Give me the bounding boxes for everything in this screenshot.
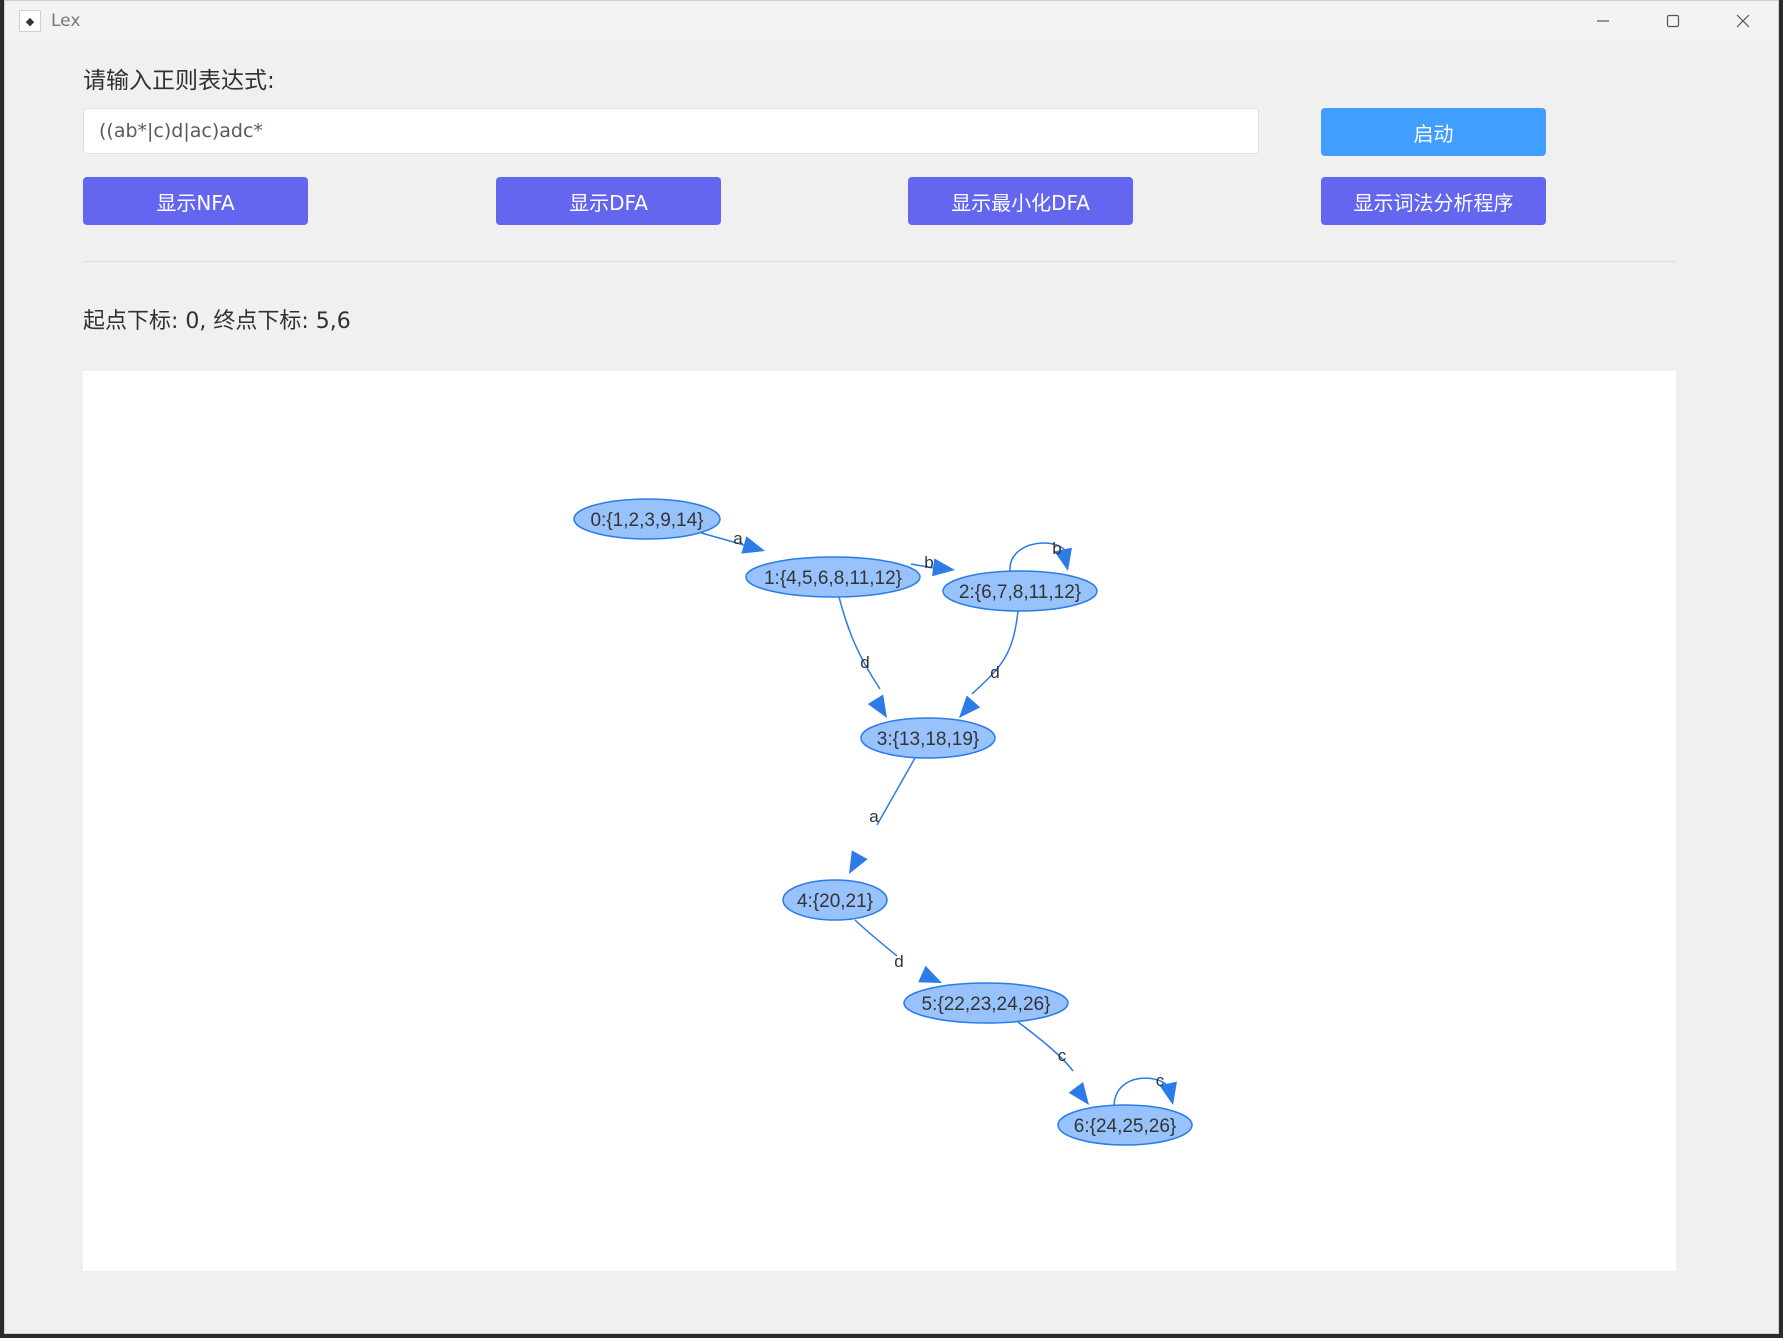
edge-label-0-1: a bbox=[733, 529, 743, 548]
edge-label-5-6: c bbox=[1058, 1046, 1067, 1065]
edge-arrowhead-2-3 bbox=[959, 695, 981, 718]
edge-arrowhead-5-6 bbox=[1068, 1081, 1089, 1105]
edge-4-5 bbox=[854, 919, 898, 957]
dfa-state-node[interactable]: 3:{13,18,19} bbox=[860, 717, 996, 759]
window-title: Lex bbox=[51, 11, 81, 31]
show-nfa-button[interactable]: 显示NFA bbox=[83, 177, 308, 225]
maximize-icon[interactable] bbox=[1638, 1, 1708, 41]
dfa-state-node[interactable]: 5:{22,23,24,26} bbox=[903, 982, 1069, 1024]
dfa-state-node[interactable]: 1:{4,5,6,8,11,12} bbox=[745, 556, 921, 598]
dfa-state-label: 2:{6,7,8,11,12} bbox=[959, 582, 1081, 603]
edge-label-2-2: b bbox=[1052, 539, 1061, 558]
dfa-state-label: 6:{24,25,26} bbox=[1074, 1116, 1177, 1137]
edge-label-1-3: d bbox=[860, 653, 869, 672]
show-lexer-button[interactable]: 显示词法分析程序 bbox=[1321, 177, 1546, 225]
dfa-state-node[interactable]: 2:{6,7,8,11,12} bbox=[942, 570, 1098, 612]
dfa-state-label: 5:{22,23,24,26} bbox=[922, 994, 1051, 1015]
dfa-state-label: 3:{13,18,19} bbox=[877, 729, 980, 750]
edge-arrowhead-0-1 bbox=[741, 536, 765, 554]
divider bbox=[83, 261, 1676, 262]
title-bar: ◆ Lex bbox=[5, 1, 1778, 41]
edge-1-3 bbox=[838, 596, 881, 690]
edge-label-1-2: b bbox=[924, 553, 933, 572]
edge-label-3-4: a bbox=[869, 807, 879, 826]
dfa-graph-panel[interactable]: a b b d d a d c c 0:{1,2,3,9,14} 1:{4,5,6,8,11,12}… bbox=[83, 371, 1676, 1271]
start-end-status: 起点下标: 0, 终点下标: 5,6 bbox=[83, 309, 351, 334]
regex-prompt-label: 请输入正则表达式: bbox=[83, 68, 275, 94]
dfa-state-label: 1:{4,5,6,8,11,12} bbox=[764, 568, 902, 589]
dfa-state-label: 0:{1,2,3,9,14} bbox=[590, 510, 703, 531]
app-window: ◆ Lex 请输入正则表达式: 启动 显示NFA 显示DFA 显示最小化DFA … bbox=[4, 0, 1779, 1334]
edge-0-1 bbox=[697, 531, 752, 548]
app-icon: ◆ bbox=[19, 10, 41, 32]
edge-3-4 bbox=[876, 757, 916, 826]
edge-label-6-6: c bbox=[1156, 1071, 1165, 1090]
minimize-icon[interactable] bbox=[1568, 1, 1638, 41]
dfa-state-node[interactable]: 4:{20,21} bbox=[782, 879, 888, 921]
show-min-dfa-button[interactable]: 显示最小化DFA bbox=[908, 177, 1133, 225]
edge-arrowhead-4-5 bbox=[918, 965, 942, 983]
dfa-state-node[interactable]: 6:{24,25,26} bbox=[1057, 1104, 1193, 1146]
dfa-state-node[interactable]: 0:{1,2,3,9,14} bbox=[573, 498, 721, 540]
dfa-graph[interactable]: a b b d d a d c c 0:{1,2,3,9,14} 1:{4,5,6,8,11,12}… bbox=[83, 371, 1676, 1271]
close-icon[interactable] bbox=[1708, 1, 1778, 41]
edge-arrowhead-3-4 bbox=[849, 850, 868, 874]
edge-arrowhead-1-2 bbox=[932, 558, 955, 577]
regex-input[interactable] bbox=[83, 108, 1259, 154]
dfa-state-label: 4:{20,21} bbox=[797, 891, 873, 912]
edge-label-4-5: d bbox=[894, 952, 903, 971]
window-controls bbox=[1568, 1, 1778, 41]
start-button[interactable]: 启动 bbox=[1321, 108, 1546, 156]
edge-arrowhead-1-3 bbox=[867, 694, 887, 718]
show-dfa-button[interactable]: 显示DFA bbox=[496, 177, 721, 225]
edge-label-2-3: d bbox=[990, 663, 999, 682]
